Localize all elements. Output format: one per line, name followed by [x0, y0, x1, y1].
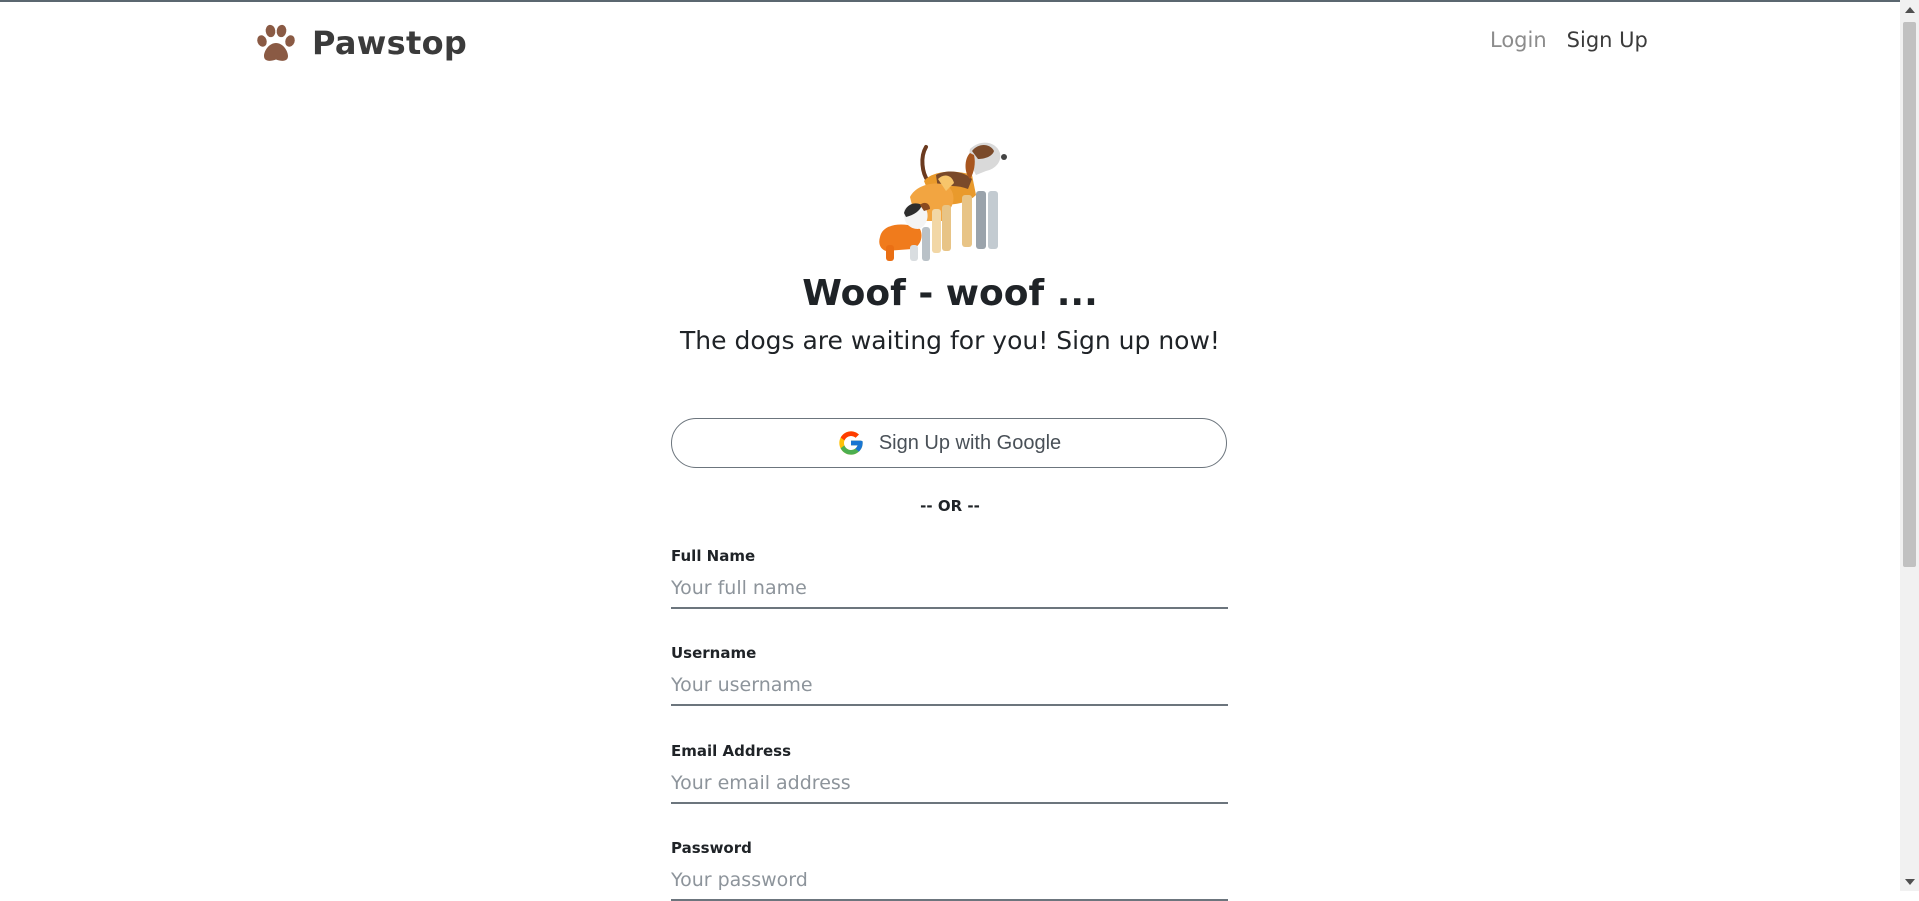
username-input[interactable]: [671, 670, 1228, 706]
scrollbar-thumb[interactable]: [1903, 22, 1916, 567]
email-group: Email Address: [671, 742, 1228, 804]
full-name-label: Full Name: [671, 547, 756, 565]
google-signup-button[interactable]: Sign Up with Google: [671, 418, 1227, 468]
email-label: Email Address: [671, 742, 792, 760]
full-name-group: Full Name: [671, 547, 1228, 609]
page-subtitle: The dogs are waiting for you! Sign up no…: [680, 326, 1220, 355]
nav-login-link[interactable]: Login: [1490, 28, 1547, 52]
paw-icon: [257, 24, 295, 61]
brand-name: Pawstop: [312, 24, 468, 62]
username-group: Username: [671, 644, 1228, 706]
or-separator: -- OR --: [920, 497, 980, 515]
brand-link[interactable]: Pawstop: [254, 18, 467, 68]
password-group: Password: [671, 839, 1228, 901]
full-name-input[interactable]: [671, 573, 1228, 609]
navbar: Pawstop Login Sign Up: [0, 2, 1900, 84]
arrow-up-icon: [1904, 6, 1915, 13]
username-label: Username: [671, 644, 757, 662]
page-title: Woof - woof ...: [802, 273, 1098, 314]
email-input[interactable]: [671, 768, 1228, 804]
google-icon: [839, 431, 863, 455]
dogs-illustration: [879, 142, 1007, 261]
google-signup-label: Sign Up with Google: [878, 431, 1062, 454]
scroll-up-button[interactable]: [1900, 0, 1919, 19]
nav-signup-link[interactable]: Sign Up: [1567, 28, 1648, 52]
arrow-down-icon: [1904, 878, 1915, 885]
nav-links: Login Sign Up: [1490, 28, 1648, 52]
password-label: Password: [671, 839, 752, 857]
page-scrollbar[interactable]: [1900, 0, 1919, 891]
password-input[interactable]: [671, 865, 1228, 901]
scroll-down-button[interactable]: [1900, 872, 1919, 891]
